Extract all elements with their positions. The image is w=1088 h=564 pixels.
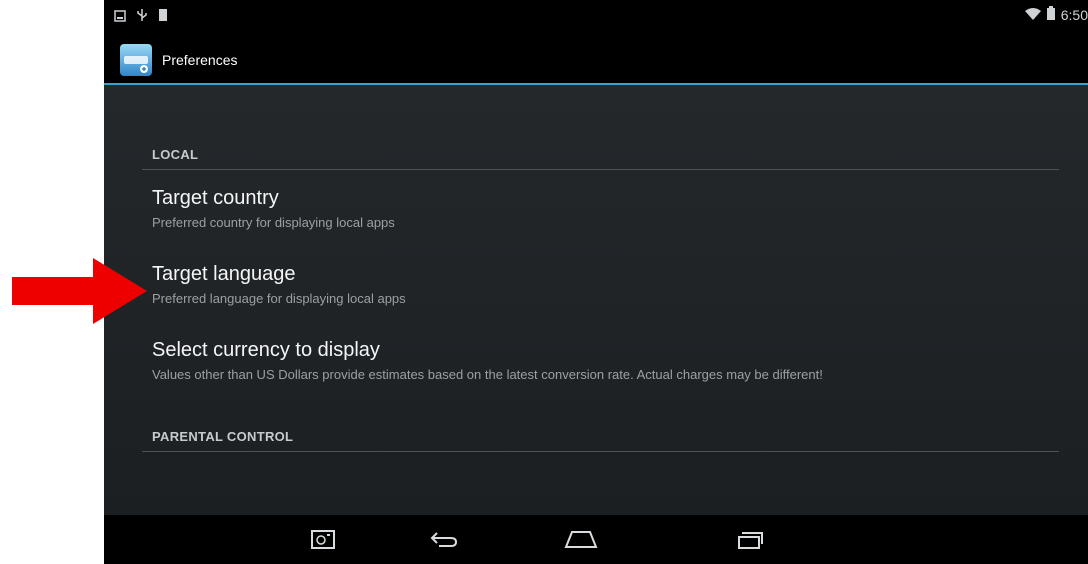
screenshot-notification-icon bbox=[114, 9, 126, 27]
recent-apps-icon bbox=[738, 532, 763, 549]
navigation-bar bbox=[104, 515, 1088, 564]
wifi-icon bbox=[1024, 7, 1041, 23]
screenshot-button[interactable] bbox=[299, 523, 347, 555]
red-arrow-annotation bbox=[12, 258, 147, 324]
pref-target-country[interactable]: Target country Preferred country for dis… bbox=[152, 186, 1032, 231]
back-icon bbox=[430, 532, 458, 547]
camera-icon bbox=[311, 530, 335, 549]
app-logo-icon[interactable] bbox=[120, 44, 152, 76]
battery-icon bbox=[1046, 6, 1055, 23]
system-status: 6:50 bbox=[1024, 6, 1088, 23]
preferences-list: LOCAL Target country Preferred country f… bbox=[104, 85, 1088, 515]
pref-summary: Preferred country for displaying local a… bbox=[152, 215, 395, 230]
storage-icon bbox=[158, 8, 168, 27]
pref-title: Target country bbox=[152, 187, 279, 209]
notification-icons bbox=[114, 8, 168, 27]
usb-icon bbox=[136, 8, 148, 27]
pref-select-currency[interactable]: Select currency to display Values other … bbox=[152, 338, 1032, 383]
recent-apps-button[interactable] bbox=[726, 523, 774, 555]
section-header-label: LOCAL bbox=[152, 147, 199, 162]
back-button[interactable] bbox=[420, 523, 468, 555]
home-icon bbox=[564, 531, 598, 548]
pref-target-language[interactable]: Target language Preferred language for d… bbox=[152, 262, 1032, 307]
clock: 6:50 bbox=[1060, 6, 1088, 23]
section-header-local: LOCAL bbox=[142, 147, 1059, 170]
page-title: Preferences bbox=[162, 52, 238, 68]
status-bar: 6:50 bbox=[104, 0, 1088, 36]
pref-title: Target language bbox=[152, 263, 296, 285]
section-header-parental-control: PARENTAL CONTROL bbox=[142, 429, 1059, 452]
device-screen: 6:50 Preferences LOCAL Target country Pr… bbox=[104, 0, 1088, 564]
pref-summary: Values other than US Dollars provide est… bbox=[152, 367, 823, 382]
action-bar: Preferences bbox=[104, 36, 1088, 85]
pref-title: Select currency to display bbox=[152, 339, 380, 361]
home-button[interactable] bbox=[557, 523, 605, 555]
section-header-label: PARENTAL CONTROL bbox=[152, 429, 294, 444]
pref-summary: Preferred language for displaying local … bbox=[152, 291, 406, 306]
